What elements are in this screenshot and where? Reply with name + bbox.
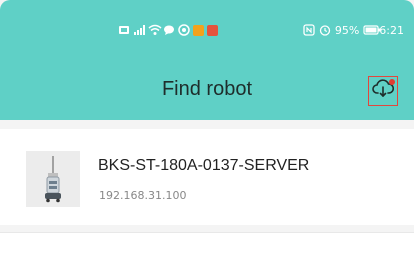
robot-thumbnail [26, 151, 80, 207]
robot-name: BKS-ST-180A-0137-SERVER [98, 157, 310, 174]
cloud-download-button[interactable] [368, 76, 398, 106]
nfc-icon [303, 24, 315, 36]
app-red-icon [207, 24, 218, 36]
location-icon [178, 24, 190, 36]
robot-icon [45, 156, 61, 203]
clock: 6:21 [379, 23, 404, 37]
status-right-icons: 95% 6:21 [303, 22, 404, 38]
app-orange-icon [193, 24, 204, 36]
status-left-icons [118, 22, 218, 38]
robot-ip-address: 192.168.31.100 [99, 189, 187, 202]
robot-list-item[interactable]: BKS-ST-180A-0137-SERVER 192.168.31.100 [0, 129, 414, 225]
sim-icon [118, 24, 130, 36]
phone-screen: 95% 6:21 Find robot BKS-ST-180A-0137-SER… [0, 0, 414, 267]
battery-icon [363, 24, 381, 36]
status-bar: 95% 6:21 [0, 0, 414, 64]
battery-percent: 95% [334, 23, 360, 37]
message-icon [163, 24, 175, 36]
signal-icon [133, 24, 145, 36]
robot-list: BKS-ST-180A-0137-SERVER 192.168.31.100 [0, 124, 414, 267]
alarm-icon [319, 24, 331, 36]
notification-dot [389, 79, 395, 85]
wifi-icon [148, 24, 162, 36]
page-title: Find robot [161, 78, 253, 100]
list-empty-row [0, 233, 414, 267]
app-header: Find robot [0, 64, 414, 120]
